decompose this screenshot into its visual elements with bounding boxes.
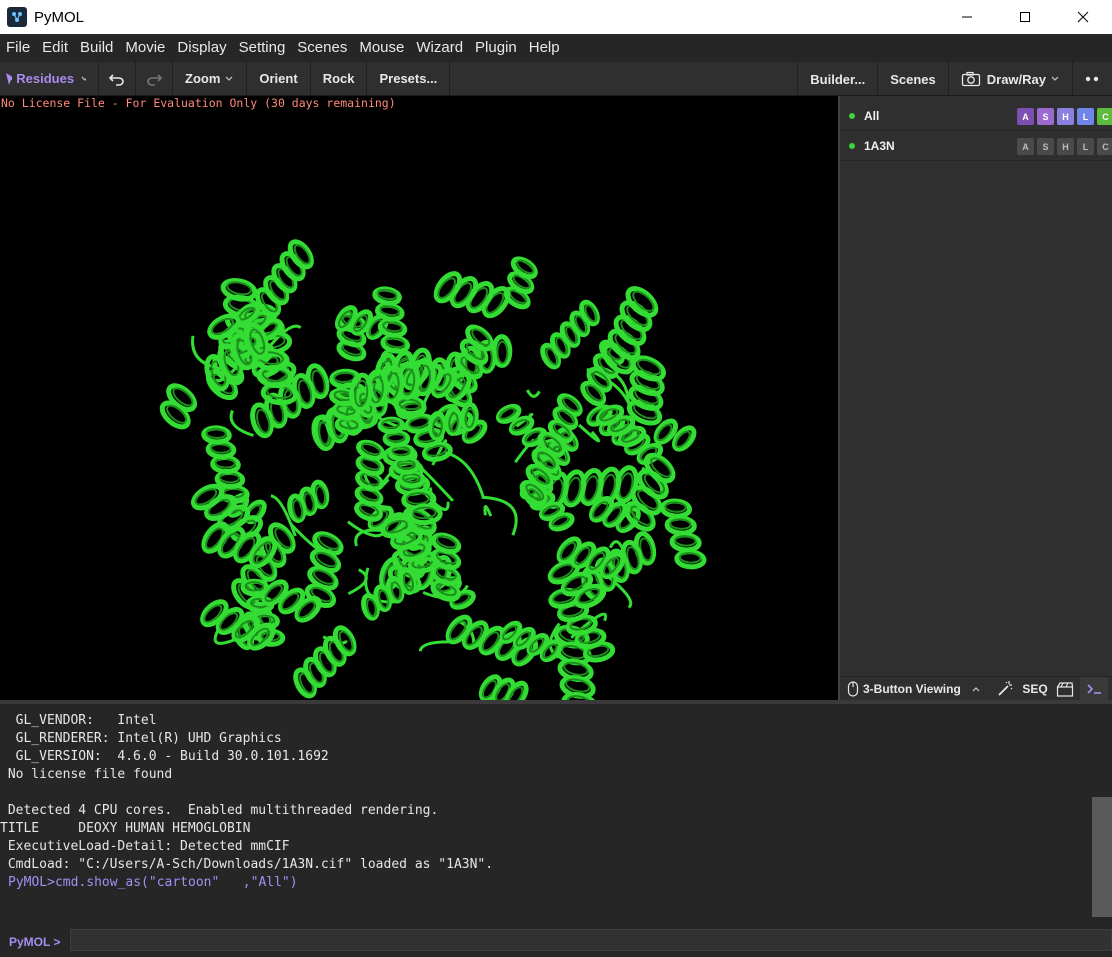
menu-file[interactable]: File [0,34,36,62]
close-icon [1077,11,1089,23]
show-button[interactable]: S [1037,138,1054,155]
enabled-dot-icon[interactable] [849,142,855,149]
minimize-button[interactable] [938,0,996,34]
wizard-button[interactable] [990,677,1020,701]
pymol-app-icon [7,7,27,27]
menu-mouse[interactable]: Mouse [353,34,410,62]
window-title: PyMOL [34,8,85,26]
object-panel: All A S H L C 1A3N A S H L C [840,96,1112,676]
object-name: All [864,108,880,123]
console-line: ExecutiveLoad-Detail: Detected mmCIF [0,839,290,854]
prompt-label: PyMOL > [9,934,61,949]
console-line: TITLE DEOXY HUMAN HEMOGLOBIN [0,821,251,836]
zoom-dropdown[interactable]: Zoom [173,61,248,96]
title-bar: PyMOL [0,0,1112,34]
console-line: Detected 4 CPU cores. Enabled multithrea… [0,803,439,818]
zoom-label: Zoom [185,71,221,86]
chevron-down-icon [225,76,233,81]
more-options-button[interactable] [1072,62,1112,96]
sequence-toggle-button[interactable]: SEQ [1020,677,1050,701]
chevron-down-icon [81,76,86,81]
hide-button[interactable]: H [1057,138,1074,155]
menu-bar: File Edit Build Movie Display Setting Sc… [0,34,1112,62]
color-button[interactable]: C [1097,108,1112,125]
cursor-arrow-icon [6,72,13,85]
builder-button[interactable]: Builder... [797,62,877,96]
mouse-mode-dropdown[interactable]: 3-Button Viewing [840,677,990,701]
rock-button[interactable]: Rock [311,61,368,96]
label-button[interactable]: L [1077,108,1094,125]
movie-button[interactable] [1050,677,1080,701]
console-line: CmdLoad: "C:/Users/A-Sch/Downloads/1A3N.… [0,857,494,872]
minimize-icon [962,16,972,18]
hide-button[interactable]: H [1057,108,1074,125]
close-button[interactable] [1054,0,1112,34]
mouse-icon [847,680,859,697]
maximize-button[interactable] [996,0,1054,34]
presets-button[interactable]: Presets... [367,61,451,96]
camera-icon [961,71,980,87]
chevron-down-icon [1051,76,1059,81]
menu-plugin[interactable]: Plugin [469,34,523,62]
menu-display[interactable]: Display [171,34,232,62]
command-prompt-bar: PyMOL > [0,926,1112,957]
object-name: 1A3N [864,138,895,153]
selection-mode-label: Residues [16,71,75,86]
draw-ray-button[interactable]: Draw/Ray [947,62,1072,96]
menu-build[interactable]: Build [74,34,119,62]
undo-button[interactable] [99,61,136,96]
console-command-echo: PyMOL>cmd.show_as("cartoon" ,"All") [8,875,298,890]
object-row-all[interactable]: All A S H L C [840,101,1112,131]
maximize-icon [1020,12,1030,22]
terminal-icon [1087,683,1101,694]
console-scrollbar[interactable] [1092,797,1112,917]
action-button[interactable]: A [1017,108,1034,125]
undo-icon [109,73,124,86]
enabled-dot-icon[interactable] [849,112,855,119]
redo-button[interactable] [136,61,173,96]
label-button[interactable]: L [1077,138,1094,155]
color-button[interactable]: C [1097,138,1112,155]
selection-mode-dropdown[interactable]: Residues [0,61,99,96]
menu-scenes[interactable]: Scenes [291,34,353,62]
menu-edit[interactable]: Edit [36,34,74,62]
scenes-button[interactable]: Scenes [877,62,948,96]
console-line: GL_RENDERER: Intel(R) UHD Graphics [0,731,282,746]
panel-bottom-bar: 3-Button Viewing SEQ [840,676,1112,701]
redo-icon [147,73,162,86]
more-dots-icon [1085,76,1099,82]
action-button[interactable]: A [1017,138,1034,155]
molecule-viewport[interactable]: No License File - For Evaluation Only (3… [0,96,838,700]
menu-help[interactable]: Help [523,34,566,62]
clapperboard-icon [1056,681,1074,697]
output-console: GL_VENDOR: Intel GL_RENDERER: Intel(R) U… [0,704,1112,926]
mouse-mode-label: 3-Button Viewing [863,681,961,696]
protein-cartoon [159,239,707,700]
show-button[interactable]: S [1037,108,1054,125]
console-line: GL_VERSION: 4.6.0 - Build 30.0.101.1692 [0,749,329,764]
menu-wizard[interactable]: Wizard [410,34,469,62]
license-notice: No License File - For Evaluation Only (3… [1,96,396,110]
toolbar: Residues Zoom Orient Rock Presets... Bui… [0,61,1112,96]
command-input[interactable] [70,929,1112,951]
draw-ray-label: Draw/Ray [986,71,1046,87]
object-row-1a3n[interactable]: 1A3N A S H L C [840,131,1112,161]
magic-wand-icon [998,680,1013,696]
orient-button[interactable]: Orient [247,61,311,96]
console-line: GL_VENDOR: Intel [0,713,157,728]
menu-setting[interactable]: Setting [233,34,292,62]
menu-movie[interactable]: Movie [119,34,171,62]
console-toggle-button[interactable] [1080,676,1108,701]
console-line: No license file found [0,767,173,782]
chevron-up-icon [972,686,980,691]
